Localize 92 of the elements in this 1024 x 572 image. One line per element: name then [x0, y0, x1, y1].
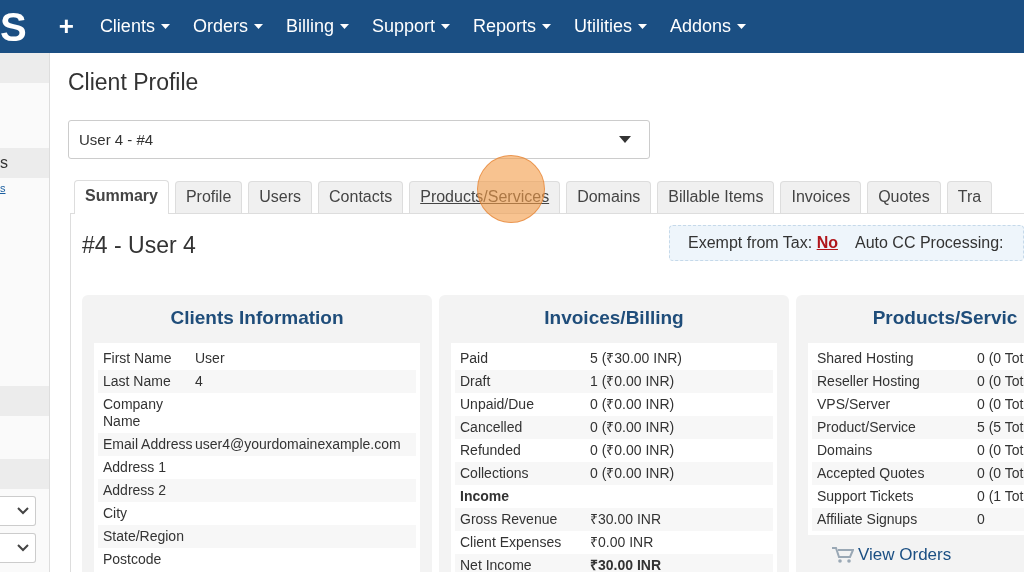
card-title: Clients Information [169, 306, 345, 330]
nav-menu-item[interactable]: Clients [89, 16, 183, 37]
row-label: Shared Hosting [817, 350, 915, 367]
sidebar-section-header [0, 459, 49, 489]
tab[interactable]: Invoices [780, 181, 862, 213]
row-label: Paid [460, 350, 490, 367]
row-label: Accepted Quotes [817, 465, 926, 482]
row-value: ₹30.00 INR [590, 557, 662, 572]
row-value: 0 (0 Tot [977, 442, 1024, 459]
view-orders-link[interactable]: View Orders [832, 545, 1024, 565]
tab[interactable]: Domains [566, 181, 652, 213]
tab[interactable]: Billable Items [657, 181, 775, 213]
row-label: First Name [103, 350, 173, 367]
sidebar-link[interactable]: s [0, 182, 6, 194]
client-heading: #4 - User 4 [82, 232, 196, 259]
row-value: 0 (0 Tot [977, 465, 1024, 482]
sidebar-dropdown[interactable] [0, 496, 36, 526]
row-value: 0 (₹0.00 INR) [590, 465, 675, 482]
tab[interactable]: Tra [946, 181, 993, 213]
row-value: 0 (₹0.00 INR) [590, 419, 675, 436]
caret-icon [441, 24, 450, 29]
chevron-down-icon [17, 507, 29, 515]
row-label: State/Region [103, 528, 185, 545]
logo[interactable]: S [0, 6, 27, 47]
caret-icon [737, 24, 747, 29]
row-label: Company Name [103, 396, 164, 430]
sidebar-item[interactable]: s [0, 148, 49, 178]
row-value: 5 (₹30.00 INR) [590, 350, 683, 367]
nav-menu-item[interactable]: Orders [182, 16, 276, 37]
row-label: Affiliate Signups [817, 511, 919, 528]
row-label: Draft [460, 373, 492, 390]
nav-menu-item[interactable]: Utilities [564, 16, 661, 37]
row-value: ₹30.00 INR [590, 511, 662, 528]
row-value: 0 (0 Tot [977, 350, 1024, 367]
row-value: 1 (₹0.00 INR) [590, 373, 675, 390]
row-label: Email Address [103, 436, 194, 453]
row-label: VPS/Server [817, 396, 892, 413]
card-title: Products/Servic [871, 306, 1019, 330]
nav-menu-item[interactable]: Billing [275, 16, 362, 37]
row-label: Income [460, 488, 510, 505]
nav-menu-item[interactable]: Addons [660, 16, 760, 37]
nav-menu-item[interactable]: Reports [463, 16, 565, 37]
row-label: Product/Service [817, 419, 917, 436]
auto-cc-label: Auto CC Processing: [854, 234, 1004, 252]
tab[interactable]: Users [248, 181, 313, 213]
row-value: 0 [977, 511, 985, 528]
sidebar-section-header [0, 386, 49, 416]
tab[interactable]: Quotes [867, 181, 941, 213]
caret-icon [339, 24, 349, 29]
sidebar-section-header [0, 53, 49, 83]
row-label: Postcode [103, 551, 163, 568]
tab[interactable]: Summary [74, 180, 169, 214]
row-value: User [195, 350, 225, 367]
row-value: 5 (5 Tot [977, 419, 1024, 436]
row-label: Cancelled [460, 419, 524, 436]
row-label: City [103, 505, 129, 522]
row-value: 0 (0 Tot [977, 373, 1024, 390]
row-label: Unpaid/Due [460, 396, 535, 413]
row-label: Domains [817, 442, 874, 459]
row-label: Last Name [103, 373, 172, 390]
dropdown-arrow-icon [619, 136, 631, 143]
add-button[interactable]: + [58, 11, 74, 42]
row-value: user4@yourdomainexample.com [195, 436, 401, 453]
nav-menu-item[interactable]: Support [361, 16, 463, 37]
row-label: Reseller Hosting [817, 373, 921, 390]
sidebar-dropdown[interactable] [0, 533, 36, 563]
caret-icon [542, 24, 552, 29]
caret-icon [160, 24, 170, 29]
row-label: Address 2 [103, 482, 168, 499]
row-label: Support Tickets [817, 488, 915, 505]
cart-icon [832, 547, 854, 563]
caret-icon [253, 24, 263, 29]
page-title: Client Profile [68, 69, 200, 96]
tab[interactable]: Profile [174, 181, 243, 213]
row-value: 0 (₹0.00 INR) [590, 442, 675, 459]
row-value: 0 (1 Tot [977, 488, 1024, 505]
chevron-down-icon [17, 544, 29, 552]
row-label: Gross Revenue [460, 511, 559, 528]
row-label: Collections [460, 465, 530, 482]
tab[interactable]: Contacts [318, 181, 404, 213]
row-label: Address 1 [103, 459, 168, 476]
row-value: 4 [195, 373, 203, 390]
row-label: Client Expenses [460, 534, 563, 551]
row-value: 0 (₹0.00 INR) [590, 396, 675, 413]
card-title: Invoices/Billing [543, 306, 685, 330]
caret-icon [638, 24, 648, 29]
row-value: 0 (0 Tot [977, 396, 1024, 413]
row-label: Refunded [460, 442, 522, 459]
tax-exempt-text: Exempt from Tax: No [688, 234, 838, 252]
row-label: Net Income [460, 557, 533, 572]
row-value: ₹0.00 INR [590, 534, 654, 551]
client-select[interactable]: User 4 - #4 [68, 120, 650, 159]
